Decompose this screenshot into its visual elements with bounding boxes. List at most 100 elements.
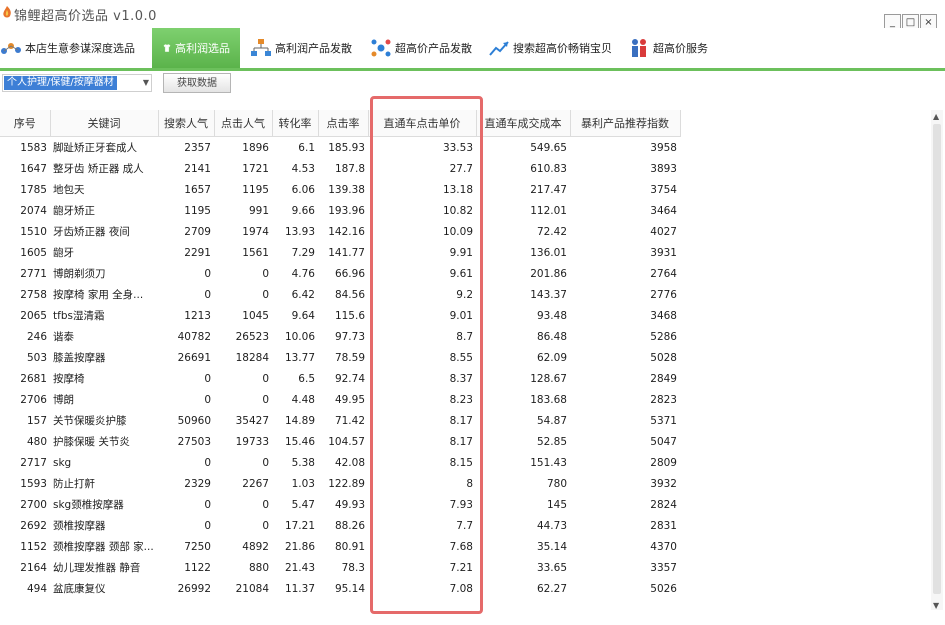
table-row[interactable]: 157 关节保暖炎护膝 50960 35427 14.89 71.42 8.17 54.87 5… [0,410,680,431]
table-row[interactable]: 503 膝盖按摩器 26691 18284 13.77 78.59 8.55 62.09 502… [0,347,680,368]
cell-conversion-rate: 6.5 [298,372,315,385]
table-row[interactable]: 2706 博朗 0 0 4.48 49.95 8.23 183.68 2823 [0,389,680,410]
cell-cpc: 7.08 [449,582,473,595]
scroll-thumb[interactable] [933,124,941,594]
cell-conversion-rate: 10.06 [284,330,315,343]
header-cpc[interactable]: 直通车点击单价 [368,110,477,137]
header-conversion-rate[interactable]: 转化率 [272,110,319,137]
cell-conversion-rate: 6.06 [291,183,315,196]
table-row[interactable]: 2074 龅牙矫正 1195 991 9.66 193.96 10.82 112.01 3464 [0,200,680,221]
header-index[interactable]: 序号 [0,110,51,137]
cell-search-popularity: 1657 [184,183,211,196]
cell-cpc: 8.7 [456,330,473,343]
cell-cpc: 9.91 [449,246,473,259]
cell-click-popularity: 2267 [242,477,269,490]
cell-acquisition-cost: 143.37 [530,288,567,301]
tab-label: 本店生意参谋深度选品 [25,42,135,55]
cell-profit-index: 3958 [650,141,677,154]
cell-keyword: skg [53,456,72,469]
header-click-rate[interactable]: 点击率 [318,110,369,137]
cell-click-popularity: 0 [262,267,269,280]
table-row[interactable]: 1593 防止打鼾 2329 2267 1.03 122.89 8 780 3932 [0,473,680,494]
scroll-up-icon[interactable]: ▲ [933,112,939,121]
table-row[interactable]: 2065 tfbs湿清霜 1213 1045 9.64 115.6 9.01 93.48 346… [0,305,680,326]
app-logo-icon [3,6,11,18]
vertical-scrollbar[interactable]: ▲ ▼ [931,110,943,610]
table-row[interactable]: 2717 skg 0 0 5.38 42.08 8.15 151.43 2809 [0,452,680,473]
tab-high-profit-spread[interactable]: 高利润产品发散 [250,28,352,68]
cell-click-popularity: 0 [262,456,269,469]
cell-keyword: 按摩椅 [53,373,85,385]
header-profit-index[interactable]: 暴利产品推荐指数 [570,110,681,137]
scroll-down-icon[interactable]: ▼ [933,601,939,610]
tab-super-high-price-service[interactable]: 超高价服务 [628,28,708,68]
table-row[interactable]: 494 盆底康复仪 26992 21084 11.37 95.14 7.08 62.27 502… [0,578,680,599]
cell-index: 2692 [20,519,47,532]
table-row[interactable]: 1510 牙齿矫正器 夜间 2709 1974 13.93 142.16 10.09 72.4… [0,221,680,242]
cell-profit-index: 2824 [650,498,677,511]
header-keyword[interactable]: 关键词 [50,110,159,137]
cell-keyword: 龅牙矫正 [53,205,95,217]
table-row[interactable]: 2758 按摩椅 家用 全身... 0 0 6.42 84.56 9.2 143.37 2776 [0,284,680,305]
table-row[interactable]: 480 护膝保暖 关节炎 27503 19733 15.46 104.57 8.17 52.8… [0,431,680,452]
cell-cpc: 8.23 [449,393,473,406]
table-row[interactable]: 1785 地包天 1657 1195 6.06 139.38 13.18 217.47 3754 [0,179,680,200]
cell-acquisition-cost: 62.09 [536,351,567,364]
tab-label: 搜索超高价畅销宝贝 [513,42,612,55]
cell-profit-index: 2849 [650,372,677,385]
cell-search-popularity: 0 [204,519,211,532]
tab-search-bestsellers[interactable]: 搜索超高价畅销宝贝 [488,28,612,68]
table-row[interactable]: 2771 博朗剃须刀 0 0 4.76 66.96 9.61 201.86 2764 [0,263,680,284]
cell-acquisition-cost: 35.14 [536,540,567,553]
category-select[interactable]: 个人护理/保健/按摩器材 ▼ [2,74,152,92]
table-row[interactable]: 1605 龅牙 2291 1561 7.29 141.77 9.91 136.01 3931 [0,242,680,263]
cell-search-popularity: 26691 [177,351,211,364]
cell-conversion-rate: 9.64 [291,309,315,322]
table-row[interactable]: 1647 整牙齿 矫正器 成人 2141 1721 4.53 187.8 27.7 610.8… [0,158,680,179]
cell-search-popularity: 0 [204,267,211,280]
cell-click-popularity: 0 [262,498,269,511]
cell-click-popularity: 19733 [235,435,269,448]
table-row[interactable]: 246 谐泰 40782 26523 10.06 97.73 8.7 86.48 5286 [0,326,680,347]
molecule-icon [371,39,391,57]
table-row[interactable]: 1583 脚趾矫正牙套成人 2357 1896 6.1 185.93 33.53 549.65… [0,137,680,159]
header-click-popularity[interactable]: 点击人气 [214,110,273,137]
cell-acquisition-cost: 136.01 [530,246,567,259]
cell-acquisition-cost: 145 [546,498,567,511]
cell-keyword: 脚趾矫正牙套成人 [53,142,137,154]
cell-click-popularity: 1974 [242,225,269,238]
cell-acquisition-cost: 151.43 [530,456,567,469]
cell-index: 1152 [20,540,47,553]
cell-index: 2717 [20,456,47,469]
cell-index: 503 [26,351,47,364]
table-row[interactable]: 2164 幼儿理发推器 静音 1122 880 21.43 78.3 7.21 33.65 33… [0,557,680,578]
cell-index: 480 [26,435,47,448]
cell-click-popularity: 26523 [235,330,269,343]
cell-click-rate: 187.8 [334,162,365,175]
header-acquisition-cost[interactable]: 直通车成交成本 [476,110,571,137]
cell-cpc: 33.53 [442,141,473,154]
cell-conversion-rate: 7.29 [291,246,315,259]
table-row[interactable]: 1152 颈椎按摩器 颈部 家... 7250 4892 21.86 80.91 7.68 3… [0,536,680,557]
cell-cpc: 8.37 [449,372,473,385]
cell-search-popularity: 0 [204,288,211,301]
cell-click-popularity: 991 [248,204,269,217]
cell-search-popularity: 1195 [184,204,211,217]
cell-index: 494 [26,582,47,595]
cell-index: 1510 [20,225,47,238]
cell-index: 1593 [20,477,47,490]
cell-click-rate: 49.95 [334,393,365,406]
tab-store-deep-selection[interactable]: 本店生意参谋深度选品 [0,28,135,68]
table-row[interactable]: 2700 skg颈椎按摩器 0 0 5.47 49.93 7.93 145 2824 [0,494,680,515]
cell-search-popularity: 2141 [184,162,211,175]
table-row[interactable]: 2692 颈椎按摩器 0 0 17.21 88.26 7.7 44.73 2831 [0,515,680,536]
cell-acquisition-cost: 549.65 [530,141,567,154]
cell-profit-index: 5286 [650,330,677,343]
table-row[interactable]: 2681 按摩椅 0 0 6.5 92.74 8.37 128.67 2849 [0,368,680,389]
cell-click-popularity: 0 [262,288,269,301]
tab-super-high-price-spread[interactable]: 超高价产品发散 [370,28,472,68]
tab-high-profit-selection[interactable]: 高利润选品 [152,28,240,68]
header-search-popularity[interactable]: 搜索人气 [158,110,215,137]
fetch-data-button[interactable]: 获取数据 [163,73,231,93]
cell-acquisition-cost: 610.83 [530,162,567,175]
